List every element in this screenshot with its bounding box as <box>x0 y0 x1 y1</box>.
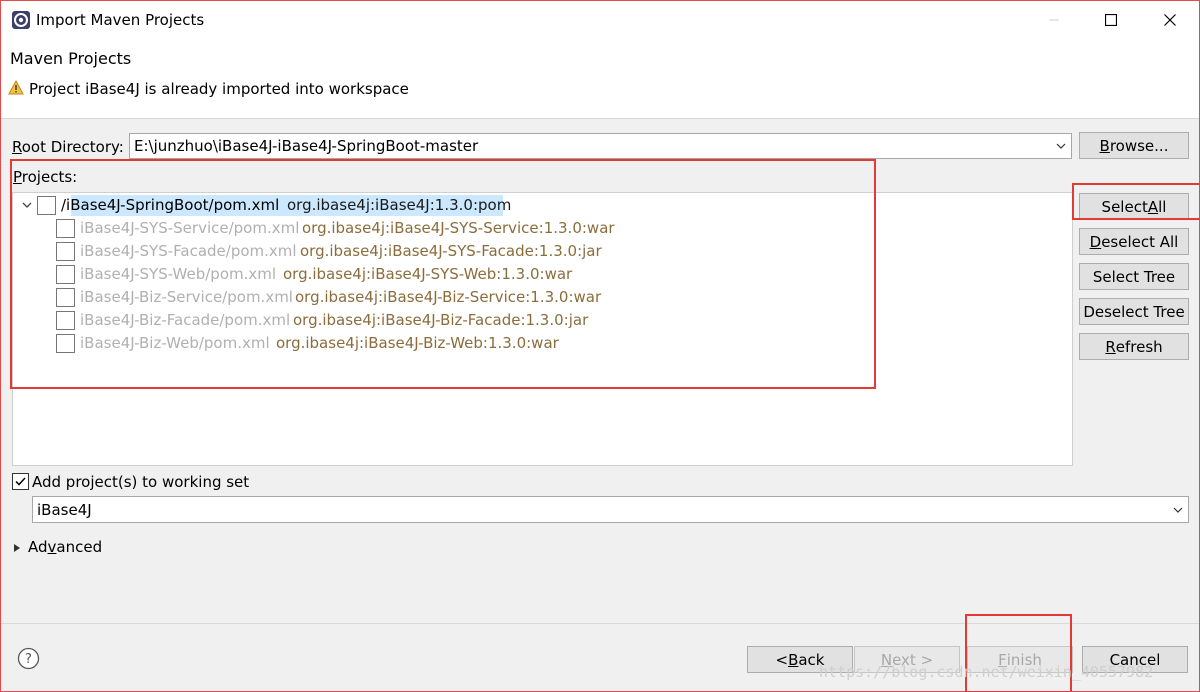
minimize-button[interactable] <box>1031 1 1077 39</box>
close-icon <box>1164 14 1176 26</box>
project-coordinates: org.ibase4j:iBase4J-Biz-Facade:1.3.0:jar <box>293 311 589 329</box>
working-set-value: iBase4J <box>37 501 92 519</box>
working-set-label: Add project(s) to working set <box>32 473 250 491</box>
tree-row[interactable]: iBase4J-Biz-Facade/pom.xml org.ibase4j:i… <box>13 309 873 332</box>
deselect-all-button[interactable]: Deselect All <box>1079 228 1189 255</box>
working-set-combo[interactable]: iBase4J <box>32 496 1189 523</box>
watermark: https://blog.csdn.net/weixin_40557982 <box>819 663 1154 681</box>
chevron-right-icon[interactable] <box>13 543 21 553</box>
chevron-down-icon <box>1173 507 1183 513</box>
root-directory-value: E:\junzhuo\iBase4J-iBase4J-SpringBoot-ma… <box>134 137 479 155</box>
chevron-down-icon[interactable] <box>21 199 33 211</box>
project-coordinates: org.ibase4j:iBase4J-Biz-Service:1.3.0:wa… <box>295 288 602 306</box>
root-directory-combo[interactable]: E:\junzhuo\iBase4J-iBase4J-SpringBoot-ma… <box>129 133 1072 159</box>
project-checkbox[interactable] <box>56 334 75 353</box>
project-checkbox[interactable] <box>56 265 75 284</box>
advanced-section-toggle[interactable]: Advanced <box>28 538 102 556</box>
tree-row[interactable]: iBase4J-Biz-Service/pom.xml org.ibase4j:… <box>13 286 873 309</box>
maximize-icon <box>1105 14 1117 26</box>
projects-tree[interactable]: /iBase4J-SpringBoot/pom.xml org.ibase4j:… <box>12 192 1073 466</box>
project-coordinates: org.ibase4j:iBase4J-SYS-Service:1.3.0:wa… <box>302 219 615 237</box>
project-coordinates: org.ibase4j:iBase4J:1.3.0:pom <box>287 196 512 214</box>
project-name: iBase4J-Biz-Web/pom.xml <box>80 334 270 352</box>
project-name: iBase4J-Biz-Facade/pom.xml <box>80 311 291 329</box>
project-name: iBase4J-SYS-Facade/pom.xml <box>80 242 297 260</box>
status-message: Project iBase4J is already imported into… <box>29 80 409 98</box>
window-title: Import Maven Projects <box>36 11 205 29</box>
root-directory-label-text: oot Directory: <box>21 138 124 156</box>
project-name: iBase4J-SYS-Web/pom.xml <box>80 265 277 283</box>
chevron-down-icon <box>1056 143 1066 149</box>
tree-row[interactable]: iBase4J-SYS-Web/pom.xml org.ibase4j:iBas… <box>13 263 873 286</box>
working-set-checkbox[interactable] <box>12 473 29 490</box>
project-coordinates: org.ibase4j:iBase4J-SYS-Facade:1.3.0:jar <box>300 242 602 260</box>
page-title: Maven Projects <box>10 49 132 68</box>
root-directory-label: Root Directory: <box>12 138 124 156</box>
projects-label: Projects: <box>13 168 78 186</box>
project-coordinates: org.ibase4j:iBase4J-SYS-Web:1.3.0:war <box>283 265 573 283</box>
maximize-button[interactable] <box>1088 1 1134 39</box>
tree-row-root[interactable]: /iBase4J-SpringBoot/pom.xml org.ibase4j:… <box>13 194 873 217</box>
project-checkbox[interactable] <box>56 219 75 238</box>
select-tree-button[interactable]: Select Tree <box>1079 263 1189 290</box>
footer-separator <box>1 623 1199 624</box>
browse-button[interactable]: Browse... <box>1079 132 1189 159</box>
tree-row[interactable]: iBase4J-Biz-Web/pom.xml org.ibase4j:iBas… <box>13 332 873 355</box>
tree-row[interactable]: iBase4J-SYS-Facade/pom.xml org.ibase4j:i… <box>13 240 873 263</box>
project-checkbox[interactable] <box>56 288 75 307</box>
project-checkbox[interactable] <box>56 311 75 330</box>
tree-row[interactable]: iBase4J-SYS-Service/pom.xml org.ibase4j:… <box>13 217 873 240</box>
wizard-header: Maven Projects Project iBase4J is alread… <box>1 39 1199 119</box>
project-checkbox[interactable] <box>56 242 75 261</box>
title-bar: Import Maven Projects <box>1 1 1199 39</box>
refresh-button[interactable]: Refresh <box>1079 333 1189 360</box>
select-all-button[interactable]: Select All <box>1079 193 1189 220</box>
checkmark-icon <box>15 477 26 486</box>
help-icon[interactable]: ? <box>17 647 40 670</box>
deselect-tree-button[interactable]: Deselect Tree <box>1079 298 1189 325</box>
project-coordinates: org.ibase4j:iBase4J-Biz-Web:1.3.0:war <box>276 334 559 352</box>
project-name: iBase4J-SYS-Service/pom.xml <box>80 219 300 237</box>
svg-text:?: ? <box>25 652 32 667</box>
minimize-icon <box>1049 19 1059 21</box>
project-name: /iBase4J-SpringBoot/pom.xml <box>61 196 280 214</box>
close-button[interactable] <box>1147 1 1193 39</box>
project-name: iBase4J-Biz-Service/pom.xml <box>80 288 293 306</box>
project-checkbox[interactable] <box>37 196 56 215</box>
eclipse-app-icon <box>12 11 30 29</box>
warning-icon <box>8 80 24 95</box>
import-maven-projects-dialog: Import Maven Projects Maven Projects Pro… <box>0 0 1200 692</box>
